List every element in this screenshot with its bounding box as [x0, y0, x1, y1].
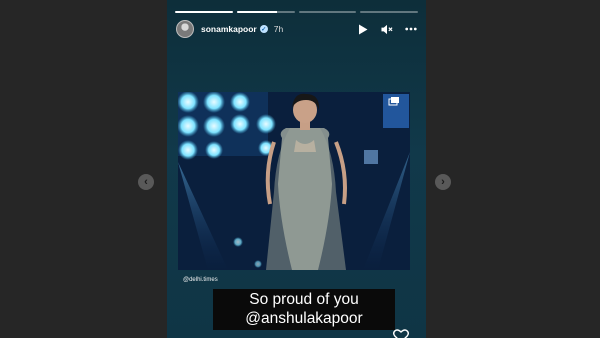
mute-icon — [381, 24, 393, 34]
heart-icon[interactable] — [393, 329, 409, 338]
play-button[interactable] — [357, 23, 369, 35]
caption-line-1: So proud of you — [249, 291, 359, 308]
caption-mention[interactable]: @anshulakapoor — [217, 309, 391, 328]
photo-credit: @delhi.times — [183, 277, 218, 283]
story-progress-segment — [298, 11, 357, 13]
verified-badge-icon: ✓ — [259, 25, 268, 33]
story-controls — [357, 23, 417, 35]
previous-story-button[interactable]: ‹ — [138, 174, 154, 190]
chevron-left-icon: ‹ — [144, 175, 148, 188]
runway-photo — [178, 92, 410, 270]
chevron-right-icon: › — [441, 175, 445, 188]
play-icon — [359, 24, 368, 34]
story-progress-segment — [360, 11, 418, 13]
story-progress-segment — [236, 11, 295, 13]
mute-button[interactable] — [381, 23, 393, 35]
timestamp: 7h — [273, 24, 284, 34]
story-caption: So proud of you @anshulakapoor — [213, 289, 395, 330]
story-progress-bar — [175, 11, 418, 13]
more-options-button[interactable] — [405, 23, 417, 35]
story-viewer[interactable]: sonamkapoor ✓ 7h @delhi.times So proud o… — [167, 0, 426, 338]
next-story-button[interactable]: › — [435, 174, 451, 190]
avatar[interactable] — [176, 20, 194, 38]
story-progress-segment — [175, 11, 233, 13]
username[interactable]: sonamkapoor — [201, 24, 257, 34]
more-icon — [405, 27, 417, 31]
story-header: sonamkapoor ✓ 7h — [176, 20, 417, 38]
